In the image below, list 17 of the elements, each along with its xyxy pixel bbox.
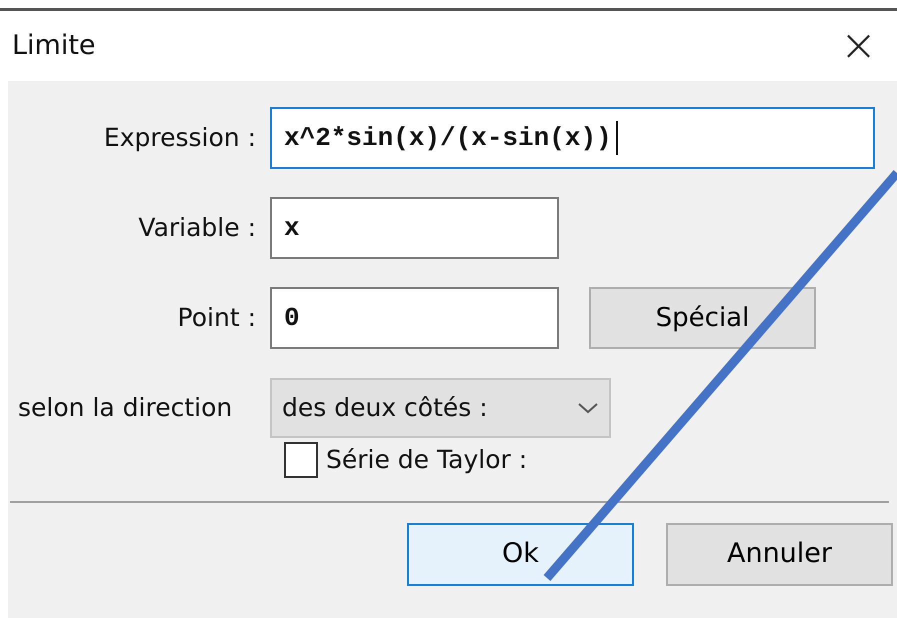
input-field[interactable]: x <box>270 197 559 259</box>
field-label: selon la direction <box>17 392 234 424</box>
checkbox-label: Série de Taylor : <box>326 444 528 476</box>
dropdown-value: des deux côtés : <box>282 392 488 424</box>
close-button[interactable]: × <box>834 24 883 68</box>
field-label: Expression : <box>102 122 257 154</box>
special-button[interactable]: Spécial <box>589 287 816 349</box>
direction-dropdown[interactable]: des deux côtés : <box>270 378 611 438</box>
window-title: Limite <box>12 28 96 63</box>
field-label: Variable : <box>137 212 257 244</box>
dialog-button[interactable]: Annuler <box>666 522 893 586</box>
input-field[interactable]: x^2*sin(x)/(x-sin(x)) <box>270 107 875 169</box>
input-field[interactable]: 0 <box>270 287 559 349</box>
field-label: Point : <box>176 302 257 334</box>
dialog-button[interactable]: Ok <box>407 522 634 586</box>
chevron-down-icon <box>577 401 599 415</box>
checkbox[interactable] <box>284 442 318 478</box>
